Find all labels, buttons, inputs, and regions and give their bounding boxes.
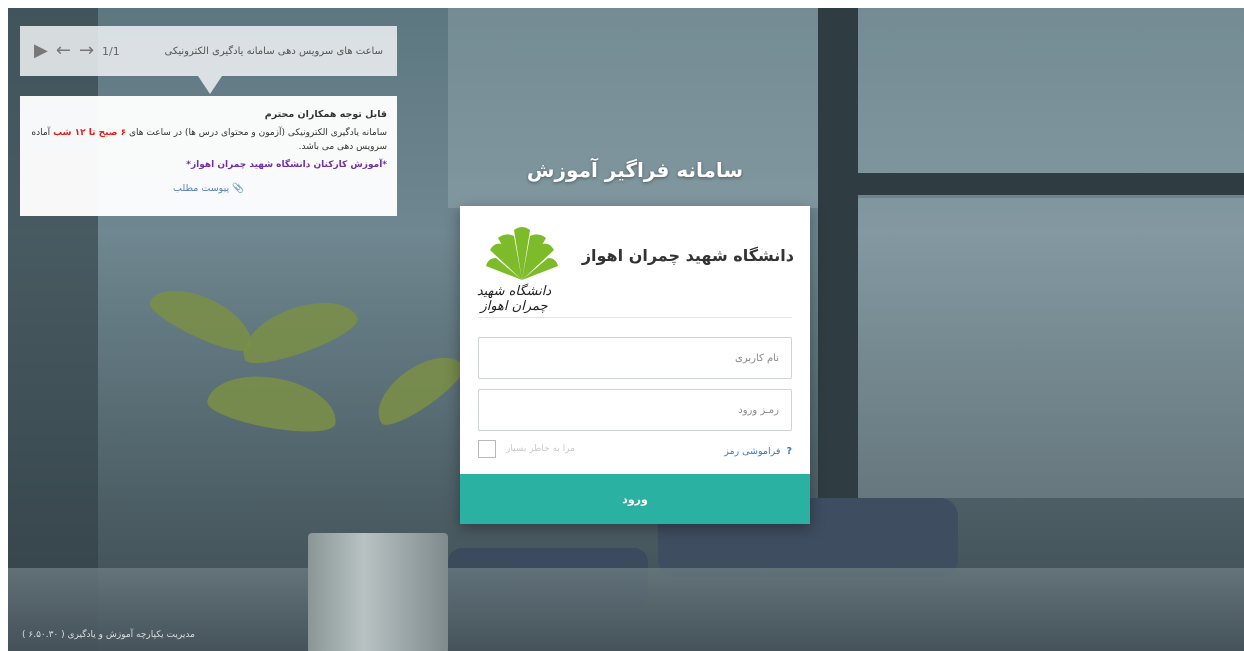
remember-me-checkbox[interactable]	[478, 440, 496, 458]
window-frame	[818, 8, 858, 528]
announcement-pager: ▶ ← → 1/1	[34, 42, 120, 60]
announcement-credit: *آموزش کارکنان دانشگاه شهید چمران اهواز*	[186, 160, 387, 170]
window-pane	[858, 8, 1244, 178]
remember-me: مرا به خاطر بسپار	[478, 440, 575, 458]
announcement-hours: ۶ صبح تا ۱۲ شب	[53, 128, 127, 138]
next-arrow-icon[interactable]: →	[79, 42, 94, 60]
remember-me-label: مرا به خاطر بسپار	[506, 444, 575, 454]
question-icon: ?	[786, 446, 792, 457]
attachment-link[interactable]: 📎 پیوست مطلب	[30, 182, 387, 196]
forgot-password-label: فراموشی رمز	[724, 446, 781, 457]
logo-text: دانشگاه شهید چمران اهواز	[476, 284, 552, 314]
paperclip-icon: 📎	[232, 183, 244, 194]
announcement-text: سامانه یادگیری الکترونیکی (آزمون و محتوا…	[30, 126, 387, 154]
plant-leaf	[204, 367, 342, 439]
footer-version: مدیریت یکپارچه آموزش و یادگیری ( ۶.۵۰.۳۰…	[22, 630, 195, 640]
prev-arrow-icon[interactable]: ←	[56, 42, 71, 60]
plant-leaf	[233, 288, 363, 373]
university-name: دانشگاه شهید چمران اهواز	[581, 246, 794, 265]
announcement-body: قابل توجه همکاران محترم سامانه یادگیری ا…	[20, 96, 397, 216]
announcement-title: قابل توجه همکاران محترم	[264, 109, 387, 120]
forgot-password-link[interactable]: ? فراموشی رمز	[724, 446, 792, 457]
announcement-text-before: سامانه یادگیری الکترونیکی (آزمون و محتوا…	[128, 128, 387, 138]
password-input[interactable]	[478, 389, 792, 431]
announcement-header-title: ساعت های سرویس دهی سامانه یادگیری الکترو…	[164, 45, 383, 57]
window-pane	[858, 198, 1244, 498]
play-icon[interactable]: ▶	[34, 42, 48, 60]
divider	[478, 317, 792, 318]
attachment-label: پیوست مطلب	[173, 183, 230, 194]
login-card: دانشگاه شهید چمران اهواز دانشگاه شهید چم…	[460, 206, 810, 524]
plant-pot	[308, 533, 448, 651]
pager-count: 1/1	[102, 44, 120, 58]
plant-leaf	[365, 342, 471, 434]
login-button[interactable]: ورود	[460, 474, 810, 524]
window-frame	[818, 173, 1244, 195]
announcement-pointer	[198, 76, 222, 94]
announcement-header: ساعت های سرویس دهی سامانه یادگیری الکترو…	[20, 26, 397, 76]
system-title: سامانه فراگیر آموزش	[526, 158, 744, 182]
username-input[interactable]	[478, 337, 792, 379]
